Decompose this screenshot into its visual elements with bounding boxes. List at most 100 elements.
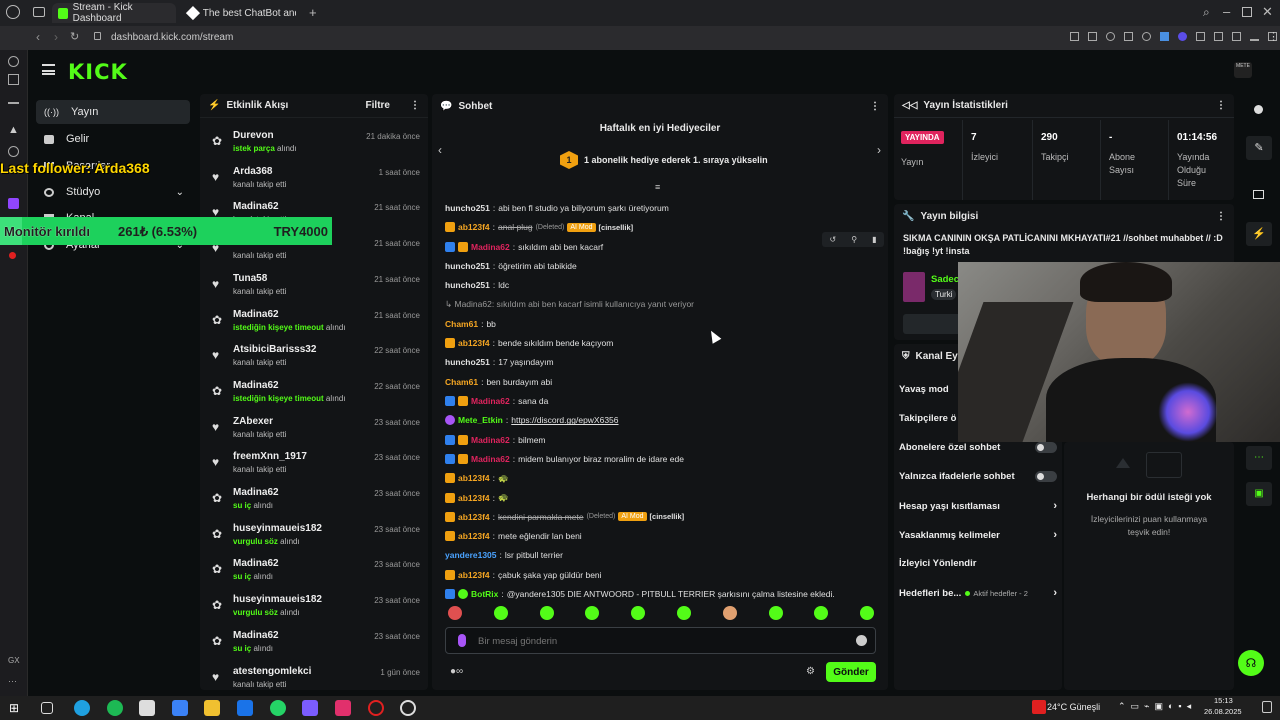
chat-username[interactable]: Madina62 <box>471 435 510 445</box>
chat-settings-icon[interactable]: ⚙ <box>806 666 815 677</box>
browser-logo-icon[interactable] <box>6 5 20 19</box>
chat-message[interactable]: Mete_Etkin: https://discord.gg/epwX6356 <box>445 413 619 427</box>
chat-username[interactable]: huncho251 <box>445 261 490 271</box>
channel-action-item[interactable]: Hesap yaşı kısıtlaması › <box>899 500 1057 512</box>
activity-user[interactable]: Tuna58 <box>233 273 267 284</box>
chat-username[interactable]: Cham61 <box>445 377 478 387</box>
extension-purple-icon[interactable] <box>1178 32 1187 41</box>
chat-username[interactable]: huncho251 <box>445 203 490 213</box>
clip-icon[interactable]: ▣ <box>1246 482 1272 506</box>
chat-message[interactable]: ab123f4: bende sıkıldım bende kaçıyom <box>445 336 613 350</box>
chat-message[interactable]: ↳ Madina62: sıkıldım abi ben kacarf isim… <box>445 298 694 312</box>
new-tab-icon[interactable]: + <box>309 5 317 20</box>
maximize-icon[interactable] <box>1242 7 1252 17</box>
file-explorer-icon[interactable] <box>204 700 220 716</box>
music-icon[interactable] <box>1142 32 1151 41</box>
tab-manager-icon[interactable] <box>33 7 45 17</box>
layout-icon[interactable] <box>1253 190 1264 199</box>
category-name[interactable]: Sadec <box>931 274 959 285</box>
emote-icon[interactable] <box>539 606 554 620</box>
nav-item-gelir[interactable]: Gelir <box>36 127 190 151</box>
menu-dots-icon[interactable]: ⋮ <box>1268 30 1279 43</box>
more-icon[interactable]: ··· <box>8 676 17 686</box>
activity-item[interactable]: ✿ Madina62 istediğin kişeye timeout alındı… <box>208 309 420 343</box>
chat-username[interactable]: ab123f4 <box>458 512 490 522</box>
close-icon[interactable]: ✕ <box>1262 4 1273 20</box>
tab-kick-dashboard[interactable]: Stream - Kick Dashboard <box>52 2 176 24</box>
channel-action-item[interactable]: İzleyici Yönlendir <box>899 558 1057 569</box>
activity-user[interactable]: Madina62 <box>233 380 279 391</box>
activity-item[interactable]: ♥ ZAbexer kanalı takip etti 23 saat önce <box>208 416 420 450</box>
chat-message[interactable]: yandere1305: lsr pitbull terrier <box>445 548 563 562</box>
quick-action-icon[interactable]: ⚡ <box>1246 222 1272 246</box>
chat-message[interactable]: ab123f4: kendini parmakla mete (Deleted) AI… <box>445 510 684 524</box>
record-icon[interactable] <box>9 252 16 259</box>
emote-icon[interactable] <box>677 606 691 620</box>
minimize-icon[interactable]: – <box>1223 4 1230 19</box>
more-options-icon[interactable]: ⋮ <box>1216 211 1226 222</box>
emote-icon[interactable] <box>722 606 737 620</box>
nav-item-studyo[interactable]: Stüdyo ⌄ <box>36 180 190 204</box>
chat-message[interactable]: Cham61: bb <box>445 317 496 331</box>
edge-icon[interactable] <box>74 700 90 716</box>
shield-icon[interactable] <box>1106 32 1115 41</box>
gifter-next-icon[interactable]: › <box>877 143 881 157</box>
nav-item-yayin[interactable]: ((·)) Yayın <box>36 100 190 124</box>
whatsapp-icon[interactable] <box>270 700 286 716</box>
filter-button[interactable]: Filtre <box>366 100 390 111</box>
toggle-switch[interactable] <box>1035 442 1057 453</box>
activity-item[interactable]: ♥ Arda368 kanalı takip etti 1 saat önce <box>208 166 420 200</box>
hamburger-menu-icon[interactable] <box>42 64 55 75</box>
activity-item[interactable]: ✿ Madina62 su iç alındı 23 saat önce <box>208 558 420 592</box>
activity-item[interactable]: ✿ Madina62 su iç alındı 23 saat önce <box>208 487 420 521</box>
pin-icon[interactable] <box>1070 32 1079 41</box>
chat-message[interactable]: Cham61: ben burdayım abi <box>445 375 552 389</box>
activity-item[interactable]: ✿ Madina62 istediğin kişeye timeout alındı… <box>208 380 420 414</box>
weather-text[interactable]: 24°C Güneşli <box>1047 702 1100 712</box>
chat-message[interactable]: huncho251:17 yaşındayım <box>445 355 554 369</box>
gifter-prev-icon[interactable]: ‹ <box>438 143 442 157</box>
extension-blue-icon[interactable] <box>1160 32 1169 41</box>
activity-item[interactable]: ✿ huseyinmaueis182 vurgulu söz alındı 23 sa… <box>208 594 420 628</box>
activity-user[interactable]: atestengomlekci <box>233 666 311 677</box>
delete-icon[interactable]: ▮ <box>872 235 876 244</box>
activity-item[interactable]: ✿ Durevon istek parça alındı 21 dakika önce <box>208 130 420 164</box>
chat-username[interactable]: Madina62 <box>471 454 510 464</box>
channel-action-item[interactable]: Hedefleri be... Aktif hedefler - 2 › <box>899 587 1057 599</box>
activity-user[interactable]: Arda368 <box>233 166 272 177</box>
twitch-icon[interactable] <box>8 198 19 209</box>
reload-icon[interactable]: ↻ <box>70 30 79 43</box>
history-icon[interactable] <box>8 56 19 67</box>
stream-tag[interactable]: Turki <box>931 289 957 300</box>
chat-username[interactable]: ab123f4 <box>458 570 490 580</box>
reader-icon[interactable] <box>8 74 19 85</box>
start-menu-icon[interactable]: ⊞ <box>9 700 25 716</box>
gx-label-icon[interactable]: GX <box>8 656 20 665</box>
opera-icon[interactable] <box>368 700 384 716</box>
teams-icon[interactable] <box>302 700 318 716</box>
activity-item[interactable]: ✿ Madina62 su iç alındı 23 saat önce <box>208 630 420 664</box>
puzzle-icon[interactable] <box>1196 32 1205 41</box>
chat-message[interactable]: ab123f4: mete eğlendir lan beni <box>445 529 582 543</box>
points-icon[interactable]: ●∞ <box>450 666 463 677</box>
chat-username[interactable]: ab123f4 <box>458 222 490 232</box>
chat-message[interactable]: ab123f4: çabuk şaka yap güldür beni <box>445 568 602 582</box>
activity-user[interactable]: freemXnn_1917 <box>233 451 307 462</box>
activity-item[interactable]: ♥ freemXnn_1917 kanalı takip etti 23 saat ö… <box>208 451 420 485</box>
spotify-icon[interactable] <box>107 700 123 716</box>
bookmark-icon[interactable] <box>1214 32 1223 41</box>
more-options-icon[interactable]: ⋮ <box>410 100 420 111</box>
chat-message[interactable]: ab123f4: 🐢 <box>445 491 509 505</box>
chat-username[interactable]: ab123f4 <box>458 493 490 503</box>
chat-username[interactable]: ab123f4 <box>458 531 490 541</box>
chat-message[interactable]: huncho251: abi ben fl studio ya biliyorum… <box>445 201 669 215</box>
obs-icon[interactable] <box>400 700 416 716</box>
screenshot-icon[interactable] <box>1088 32 1097 41</box>
activity-user[interactable]: Madina62 <box>233 487 279 498</box>
chat-message[interactable]: Madina62: sıkıldım abi ben kacarf <box>445 240 603 254</box>
more-options-icon[interactable]: ⋮ <box>1216 100 1226 111</box>
chat-username[interactable]: Cham61 <box>445 319 478 329</box>
url-field[interactable]: dashboard.kick.com/stream <box>111 32 233 43</box>
chat-username[interactable]: yandere1305 <box>445 550 497 560</box>
support-icon[interactable]: ☊ <box>1238 650 1264 676</box>
